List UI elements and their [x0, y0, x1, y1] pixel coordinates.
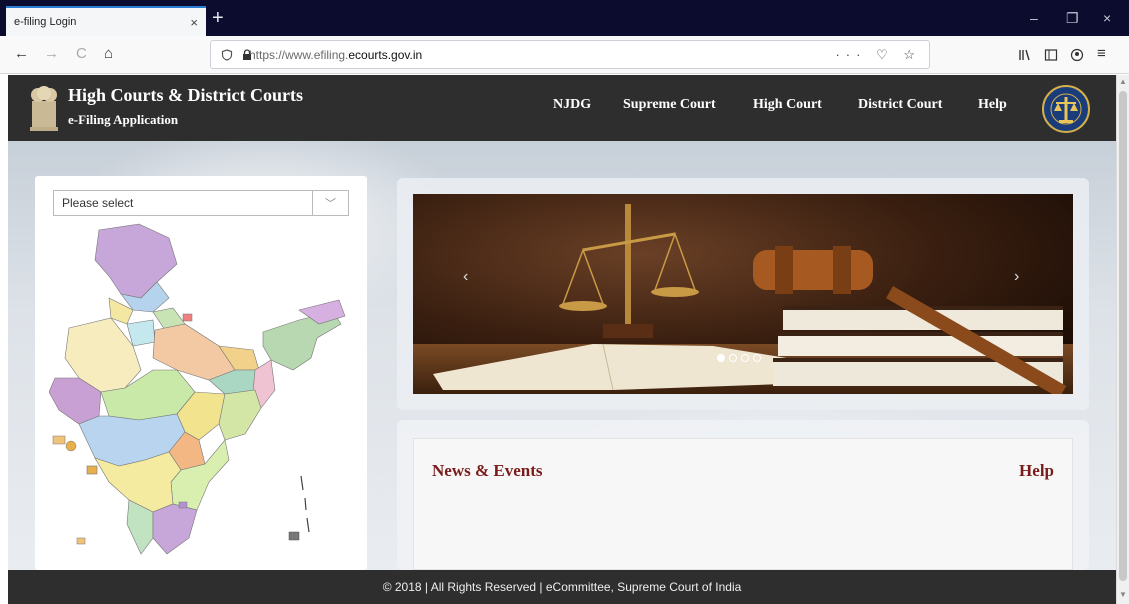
menu-icon[interactable]: ≡: [1097, 46, 1106, 62]
site-footer: © 2018 | All Rights Reserved | eCommitte…: [8, 570, 1116, 604]
restore-icon[interactable]: ❐: [1066, 10, 1079, 27]
reload-icon[interactable]: C: [76, 46, 87, 62]
vertical-scrollbar[interactable]: ▲ ▼: [1116, 75, 1129, 604]
page-actions-icon[interactable]: ··· ♡ ☆: [835, 47, 921, 63]
nav-high-court[interactable]: High Court: [753, 97, 822, 113]
site-title: High Courts & District Courts: [68, 85, 303, 105]
map-region-goa[interactable]: [86, 465, 98, 475]
map-andaman-islands-dots: [300, 475, 310, 533]
map-region-tamil-nadu[interactable]: [152, 503, 198, 555]
carousel-dot[interactable]: [753, 354, 761, 362]
url-text: https://www.efiling.ecourts.gov.in: [249, 47, 423, 62]
court-emblem-logo: [1042, 85, 1090, 133]
nav-district-court[interactable]: District Court: [858, 97, 942, 113]
state-selector-panel: Please select ﹀: [35, 176, 367, 570]
map-region-odisha[interactable]: [218, 389, 262, 441]
site-header: High Courts & District Courts e-Filing A…: [8, 75, 1116, 141]
carousel-dot[interactable]: [717, 354, 725, 362]
nav-supreme-court[interactable]: Supreme Court: [623, 97, 716, 113]
map-region-andaman-nicobar[interactable]: [288, 531, 300, 541]
map-region-dadra-nagar-haveli[interactable]: [65, 440, 77, 452]
scroll-up-icon[interactable]: ▲: [1119, 77, 1127, 86]
scrollbar-thumb[interactable]: [1119, 91, 1127, 581]
carousel-prev-button[interactable]: ‹: [463, 268, 468, 286]
site-subtitle: e-Filing Application: [68, 112, 179, 127]
back-icon[interactable]: ←: [14, 46, 29, 62]
carousel-dot[interactable]: [729, 354, 737, 362]
tab-close-icon[interactable]: ×: [190, 15, 198, 30]
map-region-daman-diu[interactable]: [52, 435, 66, 445]
nav-help[interactable]: Help: [978, 97, 1007, 113]
new-tab-button[interactable]: +: [212, 8, 224, 28]
browser-toolbar: ← → C ⌂ https://www.efiling.ecourts.gov.…: [0, 36, 1129, 74]
sidebar-icon[interactable]: [1044, 48, 1058, 62]
map-region-lakshadweep[interactable]: [76, 537, 86, 545]
browser-tab[interactable]: e-filing Login ×: [6, 6, 206, 36]
library-icon[interactable]: [1018, 48, 1032, 62]
news-events-heading: News & Events: [432, 461, 543, 480]
home-icon[interactable]: ⌂: [104, 46, 113, 62]
tab-title: e-filing Login: [14, 16, 77, 28]
carousel-next-button[interactable]: ›: [1014, 268, 1019, 286]
map-region-jammu-kashmir[interactable]: [94, 223, 178, 299]
emblem-logo: [30, 86, 58, 131]
shield-icon: [221, 49, 233, 61]
news-box: News & Events Help: [413, 438, 1073, 570]
chevron-down-icon[interactable]: ﹀: [312, 191, 348, 215]
state-select[interactable]: Please select ﹀: [53, 190, 349, 216]
carousel-panel: ‹ ›: [397, 178, 1089, 410]
news-panel: News & Events Help: [397, 420, 1089, 570]
url-bar[interactable]: https://www.efiling.ecourts.gov.in ··· ♡…: [210, 40, 930, 69]
nav-njdg[interactable]: NJDG: [553, 97, 591, 113]
browser-tab-strip: e-filing Login × + – ❐ ×: [0, 0, 1129, 36]
lock-icon: [243, 49, 251, 60]
close-icon[interactable]: ×: [1103, 10, 1111, 26]
map-region-haryana[interactable]: [126, 319, 156, 347]
carousel-indicators: [717, 354, 761, 362]
account-icon[interactable]: [1070, 48, 1084, 62]
map-region-delhi[interactable]: [182, 313, 193, 322]
footer-copyright: © 2018 | All Rights Reserved | eCommitte…: [382, 580, 742, 594]
scroll-down-icon[interactable]: ▼: [1119, 590, 1127, 599]
select-value: Please select: [62, 196, 134, 210]
india-map[interactable]: [49, 220, 349, 565]
help-link[interactable]: Help: [1019, 461, 1054, 481]
forward-icon[interactable]: →: [44, 46, 59, 62]
map-region-puducherry[interactable]: [178, 501, 188, 509]
carousel-dot[interactable]: [741, 354, 749, 362]
carousel-slide-image: [413, 194, 1073, 394]
minimize-icon[interactable]: –: [1030, 10, 1038, 26]
